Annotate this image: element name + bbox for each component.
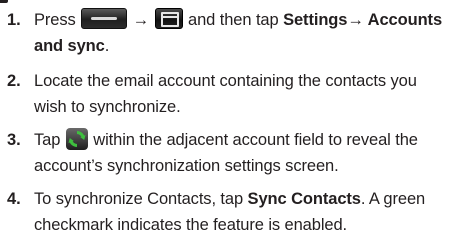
step-text: Tap within the adjacent account field to… xyxy=(34,127,470,179)
step-number: 2. xyxy=(7,72,21,90)
home-key-icon xyxy=(81,8,128,30)
step-number: 4. xyxy=(7,190,21,208)
step-number: 3. xyxy=(7,131,21,149)
step-text-fragment: Tap xyxy=(34,131,61,149)
step-number: 1. xyxy=(7,11,21,29)
arrow-glyph: → xyxy=(132,11,150,29)
sync-icon xyxy=(65,127,88,150)
step-text-fragment: To synchronize Contacts, tap xyxy=(34,190,244,208)
settings-path-label: Settings→ Accounts xyxy=(283,11,443,29)
step-text-line: wish to synchronize. xyxy=(34,98,181,116)
step-text-line: account’s synchronization settings scree… xyxy=(34,157,339,175)
page-edge-mark xyxy=(0,0,8,3)
sync-contacts-label: Sync Contacts xyxy=(247,190,361,208)
step-text: Locate the email account containing the … xyxy=(34,68,470,120)
step-text-line: Locate the email account containing the … xyxy=(34,72,417,90)
step-text-fragment: within the adjacent account field to rev… xyxy=(93,131,418,149)
accounts-sync-label: and sync xyxy=(34,37,105,55)
step-text-fragment: and then tap xyxy=(188,11,279,29)
step-text-fragment: Press xyxy=(34,11,76,29)
menu-key-icon xyxy=(154,8,183,30)
instruction-page: 1. Press → and then tap Settings→ Accoun… xyxy=(0,0,473,242)
step-text: To synchronize Contacts, tap Sync Contac… xyxy=(34,186,470,238)
step-text-fragment: . xyxy=(104,37,110,55)
step-text-fragment: . A green xyxy=(360,190,426,208)
step-text-line: checkmark indicates the feature is enabl… xyxy=(34,216,348,234)
step-text: Press → and then tap Settings→ Accounts … xyxy=(34,7,470,59)
